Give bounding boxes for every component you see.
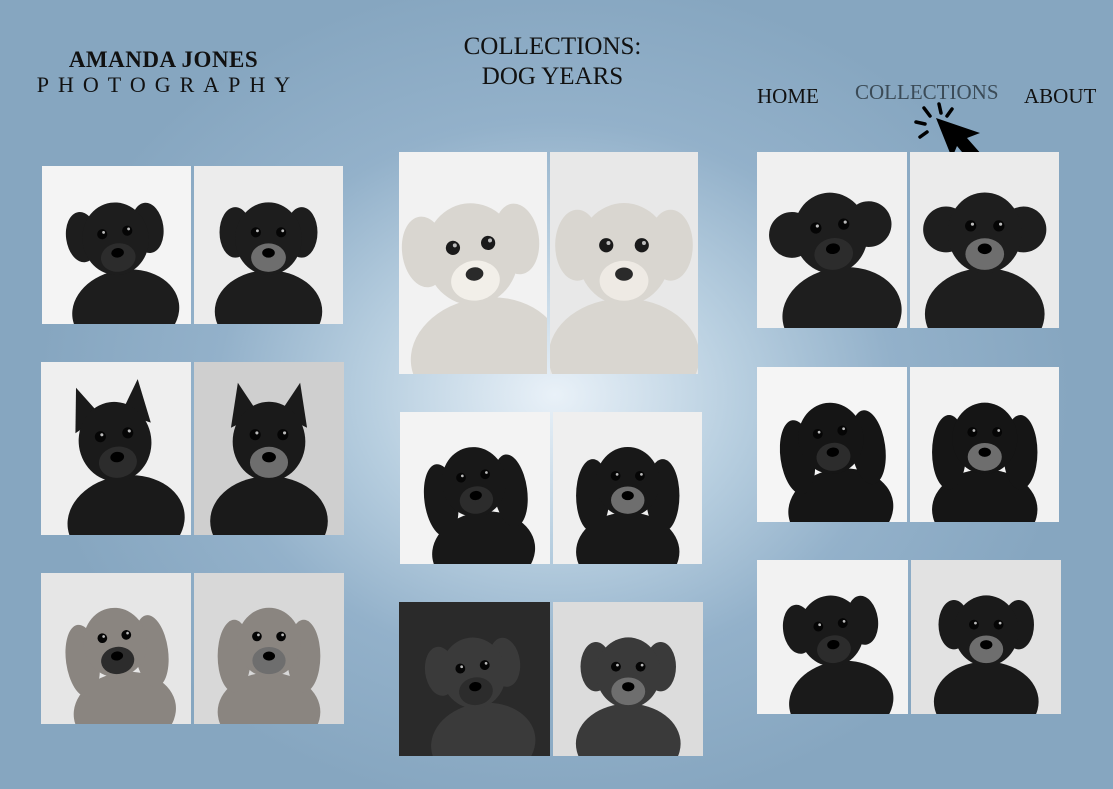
gallery-item-poodle[interactable]: [757, 152, 1059, 328]
photo-senior: [194, 573, 344, 724]
photo-puppy: [399, 602, 550, 756]
dog-puppy-image: [757, 152, 907, 328]
dog-senior-image: [550, 152, 698, 374]
photo-senior: [552, 602, 703, 756]
brand-name: AMANDA JONES: [68, 47, 259, 72]
photo-puppy: [42, 166, 191, 324]
gallery-item-hound-mix[interactable]: [399, 602, 703, 756]
gallery-item-labrador[interactable]: [757, 560, 1061, 714]
photo-puppy: [757, 152, 907, 328]
gallery-item-basset-hound[interactable]: [41, 573, 344, 724]
dog-puppy-image: [757, 367, 907, 522]
photo-senior: [910, 560, 1061, 714]
dog-senior-image: [194, 166, 343, 324]
gallery-item-long-haired-dachshund-1[interactable]: [400, 412, 702, 564]
photo-senior: [909, 152, 1059, 328]
brand-tagline: PHOTOGRAPHY: [36, 72, 300, 97]
page-title-line-1: COLLECTIONS:: [463, 33, 642, 60]
photo-senior: [550, 152, 698, 374]
dog-senior-image: [909, 367, 1059, 522]
photo-puppy: [41, 362, 191, 535]
page-title-line-2: DOG YEARS: [481, 63, 624, 90]
photo-puppy: [399, 152, 547, 374]
nav-about-link[interactable]: ABOUT: [1024, 84, 1096, 109]
dog-puppy-image: [399, 602, 550, 756]
dog-puppy-image: [41, 362, 191, 535]
dog-senior-image: [194, 362, 344, 535]
photo-puppy: [757, 367, 907, 522]
photo-puppy: [41, 573, 191, 724]
gallery-item-wire-haired-dachshund[interactable]: [399, 152, 698, 374]
gallery-item-pug[interactable]: [42, 166, 343, 324]
dog-senior-image: [909, 152, 1059, 328]
photo-puppy: [400, 412, 550, 564]
dog-puppy-image: [41, 573, 191, 724]
photo-senior: [194, 362, 344, 535]
dog-senior-image: [552, 602, 703, 756]
photo-senior: [909, 367, 1059, 522]
page-title: COLLECTIONS: DOG YEARS: [430, 32, 675, 92]
gallery-item-shiba-inu[interactable]: [41, 362, 344, 535]
dog-puppy-image: [42, 166, 191, 324]
dog-senior-image: [552, 412, 702, 564]
dog-senior-image: [194, 573, 344, 724]
dog-senior-image: [910, 560, 1061, 714]
photo-senior: [552, 412, 702, 564]
brand-logo[interactable]: AMANDA JONES PHOTOGRAPHY: [36, 46, 291, 96]
nav-home-link[interactable]: HOME: [757, 84, 819, 109]
photo-puppy: [757, 560, 908, 714]
photo-senior: [194, 166, 343, 324]
dog-puppy-image: [399, 152, 547, 374]
dog-puppy-image: [400, 412, 550, 564]
dog-puppy-image: [757, 560, 908, 714]
gallery-item-long-haired-dachshund-2[interactable]: [757, 367, 1059, 522]
